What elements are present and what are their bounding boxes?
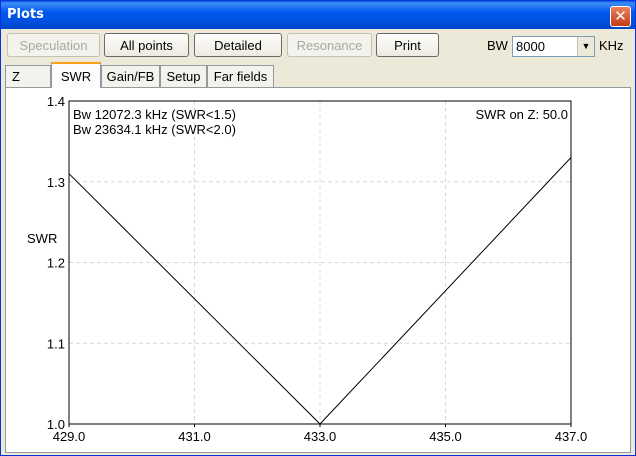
detailed-button[interactable]: Detailed	[194, 33, 282, 57]
bw-value: 8000	[516, 39, 545, 54]
close-button[interactable]: ✕	[610, 6, 631, 27]
speculation-button[interactable]: Speculation	[7, 33, 100, 57]
bandwidth-annotation: Bw 23634.1 kHz (SWR<2.0)	[73, 122, 236, 137]
tab-far-fields[interactable]: Far fields	[207, 65, 274, 87]
chevron-down-icon[interactable]: ▼	[577, 37, 594, 56]
y-tick-label: 1.1	[47, 336, 65, 351]
x-tick-label: 435.0	[429, 429, 462, 444]
close-icon: ✕	[614, 7, 627, 25]
bandwidth-annotation: Bw 12072.3 kHz (SWR<1.5)	[73, 107, 236, 122]
swr-reference-note: SWR on Z: 50.0	[476, 107, 568, 122]
bw-unit-label: KHz	[599, 38, 624, 53]
window-title: Plots	[7, 7, 44, 22]
bw-label: BW	[487, 38, 508, 53]
swr-chart: 429.0 431.0 433.0 435.0 437.01.01.11.21.31.4…	[27, 94, 588, 444]
y-axis-label: SWR	[27, 231, 57, 246]
y-tick-label: 1.4	[47, 94, 65, 109]
resonance-button[interactable]: Resonance	[287, 33, 372, 57]
tab-z[interactable]: Z	[5, 65, 51, 87]
bw-select[interactable]: 8000 ▼	[512, 36, 595, 57]
y-tick-label: 1.2	[47, 256, 65, 271]
x-tick-label: 433.0	[304, 429, 337, 444]
y-tick-label: 1.3	[47, 175, 65, 190]
x-tick-label: 437.0	[555, 429, 588, 444]
print-button[interactable]: Print	[376, 33, 439, 57]
all-points-button[interactable]: All points	[104, 33, 189, 57]
tab-swr[interactable]: SWR	[51, 62, 101, 88]
plots-window: Plots ✕ Speculation All points Detailed …	[0, 0, 636, 456]
title-bar[interactable]: Plots ✕	[1, 1, 635, 29]
tab-gain-fb[interactable]: Gain/FB	[101, 65, 160, 87]
x-tick-label: 431.0	[178, 429, 211, 444]
swr-plot-panel: 429.0 431.0 433.0 435.0 437.0 1.0 1.1 1.2 1.3 1.4…	[5, 87, 631, 453]
tab-setup[interactable]: Setup	[160, 65, 207, 87]
y-tick-label: 1.0	[47, 417, 65, 432]
